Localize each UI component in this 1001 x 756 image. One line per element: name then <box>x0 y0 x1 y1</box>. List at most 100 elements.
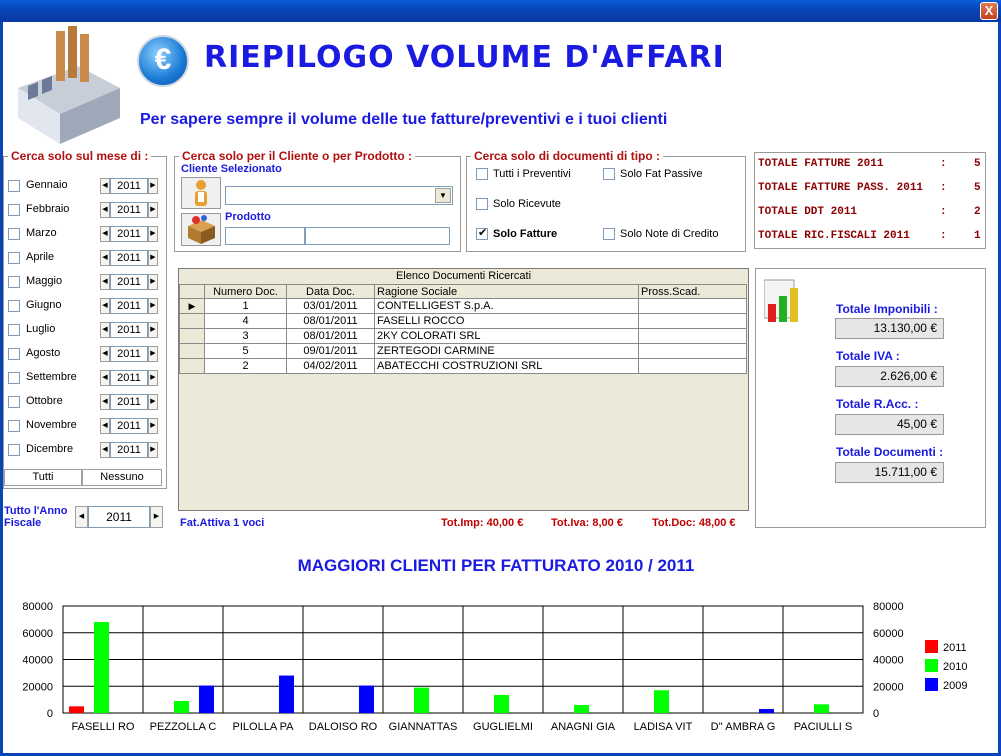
month-year-spinner[interactable]: ◀ 2011 ▶ <box>100 274 158 290</box>
month-checkbox[interactable] <box>8 372 20 384</box>
month-year-spinner[interactable]: ◀ 2011 ▶ <box>100 442 158 458</box>
table-row[interactable]: ▶ 1 03/01/2011 CONTELLIGEST S.p.A. <box>179 298 747 314</box>
fiscal-year-next-button[interactable]: ▶ <box>150 506 163 528</box>
year-prev-button[interactable]: ◀ <box>100 178 110 194</box>
year-prev-button[interactable]: ◀ <box>100 418 110 434</box>
col-header-ragione[interactable]: Ragione Sociale <box>374 284 639 299</box>
year-next-button[interactable]: ▶ <box>148 226 158 242</box>
month-checkbox[interactable] <box>8 444 20 456</box>
year-next-button[interactable]: ▶ <box>148 346 158 362</box>
row-selector[interactable] <box>179 343 205 359</box>
month-year-spinner[interactable]: ◀ 2011 ▶ <box>100 298 158 314</box>
doc-list-table[interactable]: Numero Doc. Data Doc. Ragione Sociale Pr… <box>179 284 747 374</box>
year-next-button[interactable]: ▶ <box>148 442 158 458</box>
chart-bar <box>654 690 669 713</box>
month-row: Aprile ◀ 2011 ▶ <box>8 250 158 268</box>
year-prev-button[interactable]: ◀ <box>100 370 110 386</box>
doc-type-checkbox[interactable] <box>603 228 615 240</box>
col-header-data[interactable]: Data Doc. <box>286 284 375 299</box>
year-next-button[interactable]: ▶ <box>148 178 158 194</box>
product-code-input[interactable] <box>225 227 305 245</box>
doc-type-checkbox[interactable] <box>476 226 488 240</box>
row-selector[interactable] <box>179 358 205 374</box>
year-prev-button[interactable]: ◀ <box>100 202 110 218</box>
month-checkbox[interactable] <box>8 420 20 432</box>
summary-value: 5 <box>974 182 981 194</box>
month-year-value: 2011 <box>110 442 148 458</box>
year-prev-button[interactable]: ◀ <box>100 250 110 266</box>
y-tick-label-right: 40000 <box>873 655 904 667</box>
col-header-numero[interactable]: Numero Doc. <box>204 284 287 299</box>
client-button[interactable] <box>181 177 221 209</box>
month-checkbox[interactable] <box>8 180 20 192</box>
month-row: Ottobre ◀ 2011 ▶ <box>8 394 158 412</box>
month-year-spinner[interactable]: ◀ 2011 ▶ <box>100 418 158 434</box>
fiscal-year-spinner[interactable]: ◀ 2011 ▶ <box>75 506 163 528</box>
row-selector[interactable]: ▶ <box>179 298 205 314</box>
month-label: Dicembre <box>26 443 74 455</box>
fiscal-year-prev-button[interactable]: ◀ <box>75 506 88 528</box>
doc-type-option[interactable]: Solo Fatture <box>476 226 616 242</box>
x-tick-label: GUGLIELMI <box>473 721 533 733</box>
chevron-down-icon[interactable]: ▼ <box>435 188 451 203</box>
month-year-spinner[interactable]: ◀ 2011 ▶ <box>100 250 158 266</box>
month-year-spinner[interactable]: ◀ 2011 ▶ <box>100 370 158 386</box>
year-next-button[interactable]: ▶ <box>148 274 158 290</box>
month-year-spinner[interactable]: ◀ 2011 ▶ <box>100 202 158 218</box>
year-prev-button[interactable]: ◀ <box>100 274 110 290</box>
year-next-button[interactable]: ▶ <box>148 250 158 266</box>
month-checkbox[interactable] <box>8 324 20 336</box>
select-all-button[interactable]: Tutti <box>4 469 82 486</box>
month-checkbox[interactable] <box>8 252 20 264</box>
table-row[interactable]: 3 08/01/2011 2KY COLORATI SRL <box>179 328 747 344</box>
year-next-button[interactable]: ▶ <box>148 298 158 314</box>
doc-type-option[interactable]: Solo Fat Passive <box>603 168 743 182</box>
month-checkbox[interactable] <box>8 228 20 240</box>
doc-type-option[interactable]: Solo Ricevute <box>476 198 616 212</box>
row-selector[interactable] <box>179 328 205 344</box>
client-select[interactable]: ▼ <box>225 186 453 205</box>
year-next-button[interactable]: ▶ <box>148 322 158 338</box>
year-next-button[interactable]: ▶ <box>148 418 158 434</box>
month-year-spinner[interactable]: ◀ 2011 ▶ <box>100 178 158 194</box>
month-checkbox[interactable] <box>8 276 20 288</box>
month-year-spinner[interactable]: ◀ 2011 ▶ <box>100 322 158 338</box>
legend-swatch <box>925 659 938 672</box>
month-checkbox[interactable] <box>8 348 20 360</box>
month-year-spinner[interactable]: ◀ 2011 ▶ <box>100 394 158 410</box>
product-button[interactable] <box>181 213 221 246</box>
table-row[interactable]: 4 08/01/2011 FASELLI ROCCO <box>179 313 747 329</box>
select-none-button[interactable]: Nessuno <box>82 469 162 486</box>
y-tick-label-left: 20000 <box>22 681 53 693</box>
year-prev-button[interactable]: ◀ <box>100 226 110 242</box>
chart-bar <box>414 687 429 713</box>
year-next-button[interactable]: ▶ <box>148 370 158 386</box>
year-next-button[interactable]: ▶ <box>148 202 158 218</box>
row-selector[interactable] <box>179 313 205 329</box>
doc-type-checkbox[interactable] <box>476 198 488 210</box>
year-prev-button[interactable]: ◀ <box>100 394 110 410</box>
doc-type-checkbox[interactable] <box>476 168 488 180</box>
year-prev-button[interactable]: ◀ <box>100 298 110 314</box>
year-prev-button[interactable]: ◀ <box>100 346 110 362</box>
close-button[interactable]: X <box>980 2 998 20</box>
month-year-spinner[interactable]: ◀ 2011 ▶ <box>100 226 158 242</box>
tot-doc-text: Tot.Doc: 48,00 € <box>652 517 736 529</box>
month-row: Novembre ◀ 2011 ▶ <box>8 418 158 436</box>
y-tick-label-left: 40000 <box>22 655 53 667</box>
doc-type-option[interactable]: Tutti i Preventivi <box>476 168 616 182</box>
year-next-button[interactable]: ▶ <box>148 394 158 410</box>
table-row[interactable]: 5 09/01/2011 ZERTEGODI CARMINE <box>179 343 747 359</box>
col-header-scad[interactable]: Pross.Scad. <box>638 284 747 299</box>
product-desc-input[interactable] <box>305 227 450 245</box>
year-prev-button[interactable]: ◀ <box>100 322 110 338</box>
month-checkbox[interactable] <box>8 396 20 408</box>
year-prev-button[interactable]: ◀ <box>100 442 110 458</box>
month-year-spinner[interactable]: ◀ 2011 ▶ <box>100 346 158 362</box>
month-checkbox[interactable] <box>8 300 20 312</box>
table-row[interactable]: 2 04/02/2011 ABATECCHI COSTRUZIONI SRL <box>179 358 747 374</box>
month-row: Gennaio ◀ 2011 ▶ <box>8 178 158 196</box>
month-checkbox[interactable] <box>8 204 20 216</box>
doc-type-option[interactable]: Solo Note di Credito <box>603 228 743 242</box>
doc-type-checkbox[interactable] <box>603 168 615 180</box>
